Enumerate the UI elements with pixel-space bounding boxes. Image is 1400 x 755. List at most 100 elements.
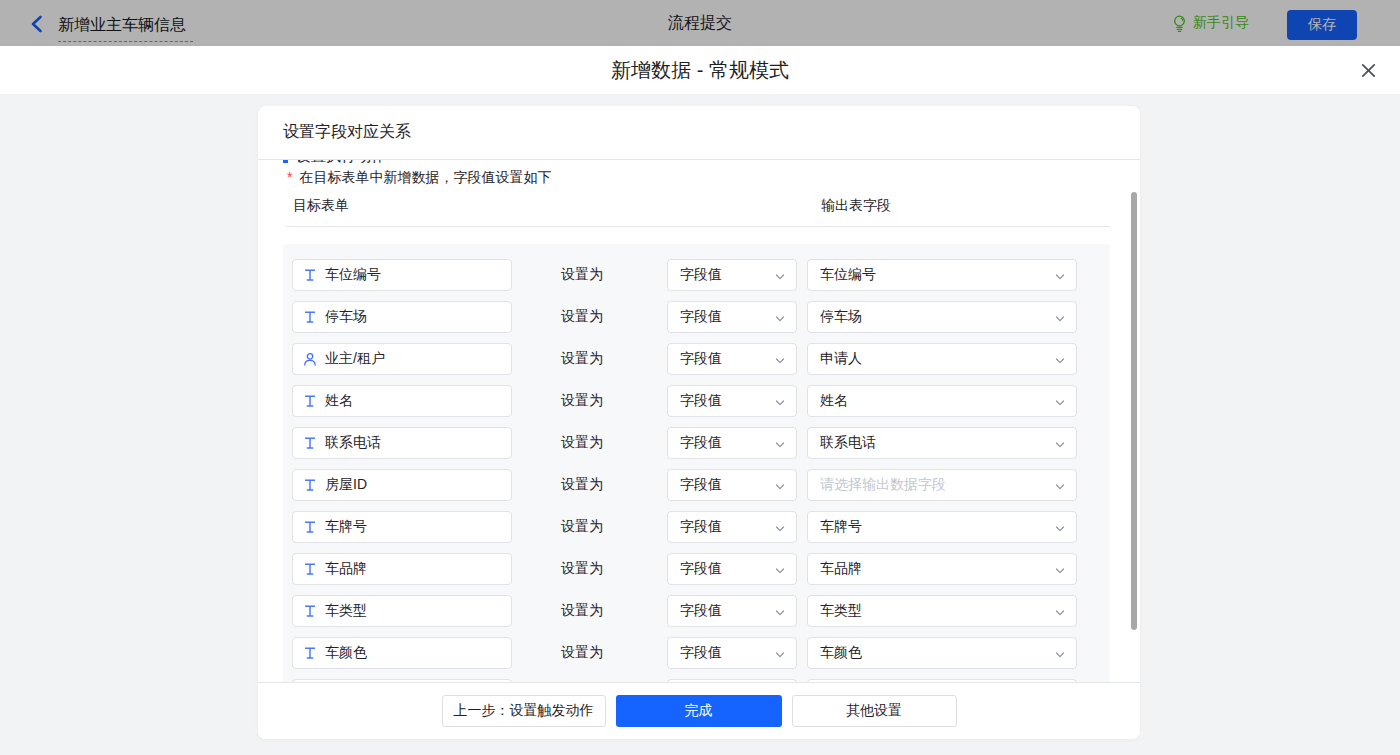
- field-mapping-row: 车品牌 设置为 字段值 车品牌: [292, 553, 1101, 585]
- value-mode-select[interactable]: 字段值: [667, 595, 797, 627]
- output-field-select[interactable]: 车颜色: [807, 637, 1077, 669]
- chevron-down-icon: [1054, 270, 1066, 286]
- column-header-output-field: 输出表字段: [821, 195, 891, 215]
- chevron-down-icon: [1054, 564, 1066, 580]
- modal-dim-overlay: [0, 0, 1400, 46]
- value-mode-select[interactable]: 字段值: [667, 637, 797, 669]
- set-as-label: 设置为: [561, 266, 603, 284]
- chevron-down-icon: [1054, 522, 1066, 538]
- value-mode-select[interactable]: 字段值: [667, 343, 797, 375]
- value-mode-select[interactable]: 字段值: [667, 301, 797, 333]
- value-mode-text: 字段值: [680, 266, 722, 284]
- close-icon: [1361, 63, 1376, 78]
- target-field-label: 车牌号: [325, 518, 367, 536]
- set-as-label: 设置为: [561, 434, 603, 452]
- set-as-label: 设置为: [561, 392, 603, 410]
- text-field-icon: [303, 478, 317, 492]
- add-data-modal: 新增数据 - 常规模式 设置字段对应关系 设置执行动作 *在目标表单中新增数据，…: [0, 46, 1400, 755]
- value-mode-select[interactable]: 字段值: [667, 511, 797, 543]
- vertical-scrollbar-thumb[interactable]: [1131, 192, 1137, 630]
- card-scroll-area[interactable]: 设置执行动作 *在目标表单中新增数据，字段值设置如下 目标表单 输出表字段 车位…: [258, 160, 1140, 682]
- text-field-icon: [303, 604, 317, 618]
- output-field-select[interactable]: 请选择输出数据字段: [807, 469, 1077, 501]
- card-title: 设置字段对应关系: [258, 106, 1140, 160]
- field-mapping-row: 车颜色 设置为 字段值 车颜色: [292, 637, 1101, 669]
- chevron-down-icon: [1054, 606, 1066, 622]
- chevron-down-icon: [1054, 396, 1066, 412]
- output-field-text: 车品牌: [820, 560, 862, 578]
- value-mode-select[interactable]: 字段值: [667, 427, 797, 459]
- chevron-down-icon: [774, 522, 786, 538]
- chevron-down-icon: [774, 396, 786, 412]
- target-field-box[interactable]: 姓名: [292, 385, 512, 417]
- field-mapping-row: 房屋ID 设置为 字段值 请选择输出数据字段: [292, 469, 1101, 501]
- chevron-down-icon: [774, 564, 786, 580]
- value-mode-select[interactable]: 字段值: [667, 259, 797, 291]
- value-mode-text: 字段值: [680, 392, 722, 410]
- output-field-text: 车类型: [820, 602, 862, 620]
- target-field-box[interactable]: 联系电话: [292, 427, 512, 459]
- text-field-icon: [303, 520, 317, 534]
- set-as-label: 设置为: [561, 308, 603, 326]
- output-field-select[interactable]: 车位编号: [807, 259, 1077, 291]
- set-as-label: 设置为: [561, 560, 603, 578]
- chevron-down-icon: [774, 354, 786, 370]
- set-as-label: 设置为: [561, 476, 603, 494]
- chevron-down-icon: [1054, 312, 1066, 328]
- output-field-select[interactable]: 联系电话: [807, 427, 1077, 459]
- value-mode-text: 字段值: [680, 308, 722, 326]
- target-field-box[interactable]: 房屋ID: [292, 469, 512, 501]
- output-field-text: 停车场: [820, 308, 862, 326]
- output-field-text: 姓名: [820, 392, 848, 410]
- field-mapping-row: 姓名 设置为 字段值 姓名: [292, 385, 1101, 417]
- target-field-label: 车类型: [325, 602, 367, 620]
- modal-close-button[interactable]: [1360, 62, 1376, 78]
- other-settings-button[interactable]: 其他设置: [792, 695, 957, 727]
- field-mapping-row: 车牌号 设置为 字段值 车牌号: [292, 511, 1101, 543]
- set-as-label: 设置为: [561, 518, 603, 536]
- value-mode-select[interactable]: 字段值: [667, 469, 797, 501]
- column-header-target-form: 目标表单: [293, 195, 349, 215]
- target-field-label: 姓名: [325, 392, 353, 410]
- output-field-select[interactable]: 车品牌: [807, 553, 1077, 585]
- target-field-box[interactable]: 车颜色: [292, 637, 512, 669]
- field-mapping-row: 车位编号 设置为 字段值 车位编号: [292, 259, 1101, 291]
- field-mapping-card: 设置字段对应关系 设置执行动作 *在目标表单中新增数据，字段值设置如下 目标表单…: [258, 106, 1140, 739]
- field-mapping-rows-panel: 车位编号 设置为 字段值 车位编号 停车场 设置为 字段值: [283, 244, 1110, 682]
- output-field-select[interactable]: 车牌号: [807, 511, 1077, 543]
- value-mode-select[interactable]: 字段值: [667, 553, 797, 585]
- output-field-text: 请选择输出数据字段: [820, 476, 946, 494]
- value-mode-select[interactable]: 字段值: [667, 385, 797, 417]
- text-field-icon: [303, 310, 317, 324]
- target-field-box[interactable]: 车品牌: [292, 553, 512, 585]
- target-field-label: 联系电话: [325, 434, 381, 452]
- target-field-box[interactable]: 车位编号: [292, 259, 512, 291]
- chevron-down-icon: [1054, 648, 1066, 664]
- output-field-text: 车位编号: [820, 266, 876, 284]
- output-field-text: 申请人: [820, 350, 862, 368]
- output-field-select[interactable]: 停车场: [807, 301, 1077, 333]
- chevron-down-icon: [774, 648, 786, 664]
- chevron-down-icon: [774, 480, 786, 496]
- modal-title: 新增数据 - 常规模式: [611, 57, 789, 84]
- value-mode-text: 字段值: [680, 434, 722, 452]
- target-field-box[interactable]: 停车场: [292, 301, 512, 333]
- done-button[interactable]: 完成: [616, 695, 782, 727]
- target-field-box[interactable]: 车类型: [292, 595, 512, 627]
- value-mode-text: 字段值: [680, 644, 722, 662]
- output-field-select[interactable]: 车类型: [807, 595, 1077, 627]
- chevron-down-icon: [1054, 480, 1066, 496]
- text-field-icon: [303, 268, 317, 282]
- value-mode-text: 字段值: [680, 476, 722, 494]
- output-field-select[interactable]: 申请人: [807, 343, 1077, 375]
- output-field-select[interactable]: 姓名: [807, 385, 1077, 417]
- section-bullet: [283, 160, 288, 163]
- chevron-down-icon: [774, 438, 786, 454]
- set-as-label: 设置为: [561, 350, 603, 368]
- field-mapping-row: 车类型 设置为 字段值 车类型: [292, 595, 1101, 627]
- target-field-box[interactable]: 业主/租户: [292, 343, 512, 375]
- previous-step-button[interactable]: 上一步：设置触发动作: [442, 695, 606, 727]
- target-field-label: 停车场: [325, 308, 367, 326]
- value-mode-text: 字段值: [680, 518, 722, 536]
- target-field-box[interactable]: 车牌号: [292, 511, 512, 543]
